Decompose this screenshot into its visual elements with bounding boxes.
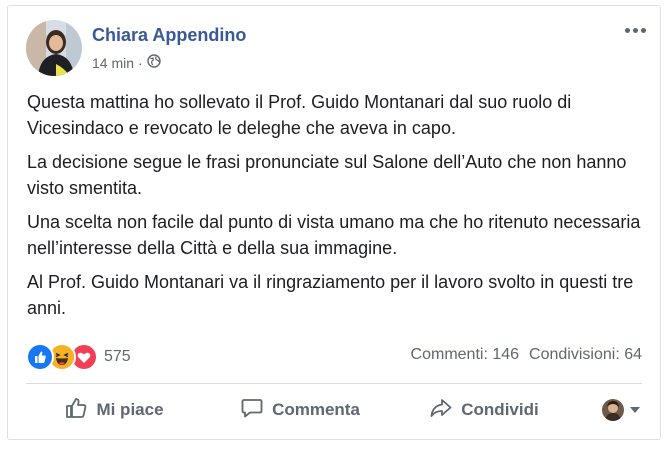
post-body: Questa mattina ho sollevato il Prof. Gui… [27, 89, 645, 329]
share-button[interactable]: Condividi [398, 390, 570, 430]
more-options-icon[interactable] [625, 28, 646, 33]
share-label: Condividi [461, 400, 539, 419]
globe-icon[interactable] [147, 54, 161, 71]
author-avatar[interactable] [26, 20, 82, 76]
like-label: Mi piace [96, 400, 164, 419]
comment-label: Commenta [272, 400, 360, 419]
post-stats: Commenti: 146 Condivisioni: 64 [411, 346, 642, 364]
post-actions: Mi piace Commenta Condividi [26, 390, 642, 430]
post-meta: 14 min · [92, 54, 161, 71]
actions-divider [26, 383, 642, 384]
post-paragraph: Una scelta non facile dal punto di vista… [27, 212, 641, 258]
user-avatar [602, 399, 624, 421]
thumbs-up-icon [64, 396, 88, 425]
meta-separator: · [138, 54, 143, 71]
reaction-audience-selector[interactable] [570, 390, 642, 430]
post-paragraph: La decisione segue le frasi pronunciate … [27, 152, 627, 198]
share-arrow-icon [429, 396, 453, 425]
post-time[interactable]: 14 min [92, 55, 134, 71]
like-reaction-icon [26, 343, 54, 371]
author-name[interactable]: Chiara Appendino [92, 25, 246, 46]
shares-count[interactable]: Condivisioni: 64 [529, 346, 642, 364]
reactions-summary[interactable]: 575 [26, 343, 131, 371]
post-paragraph: Al Prof. Guido Montanari va il ringrazia… [27, 272, 634, 318]
reaction-count: 575 [104, 348, 131, 365]
comment-icon [240, 396, 264, 425]
like-button[interactable]: Mi piace [26, 390, 202, 430]
comment-button[interactable]: Commenta [202, 390, 398, 430]
comments-count[interactable]: Commenti: 146 [411, 346, 520, 364]
post-card: Chiara Appendino 14 min · Questa mattina… [7, 5, 661, 440]
post-paragraph: Questa mattina ho sollevato il Prof. Gui… [27, 92, 572, 138]
chevron-down-icon [630, 407, 640, 413]
